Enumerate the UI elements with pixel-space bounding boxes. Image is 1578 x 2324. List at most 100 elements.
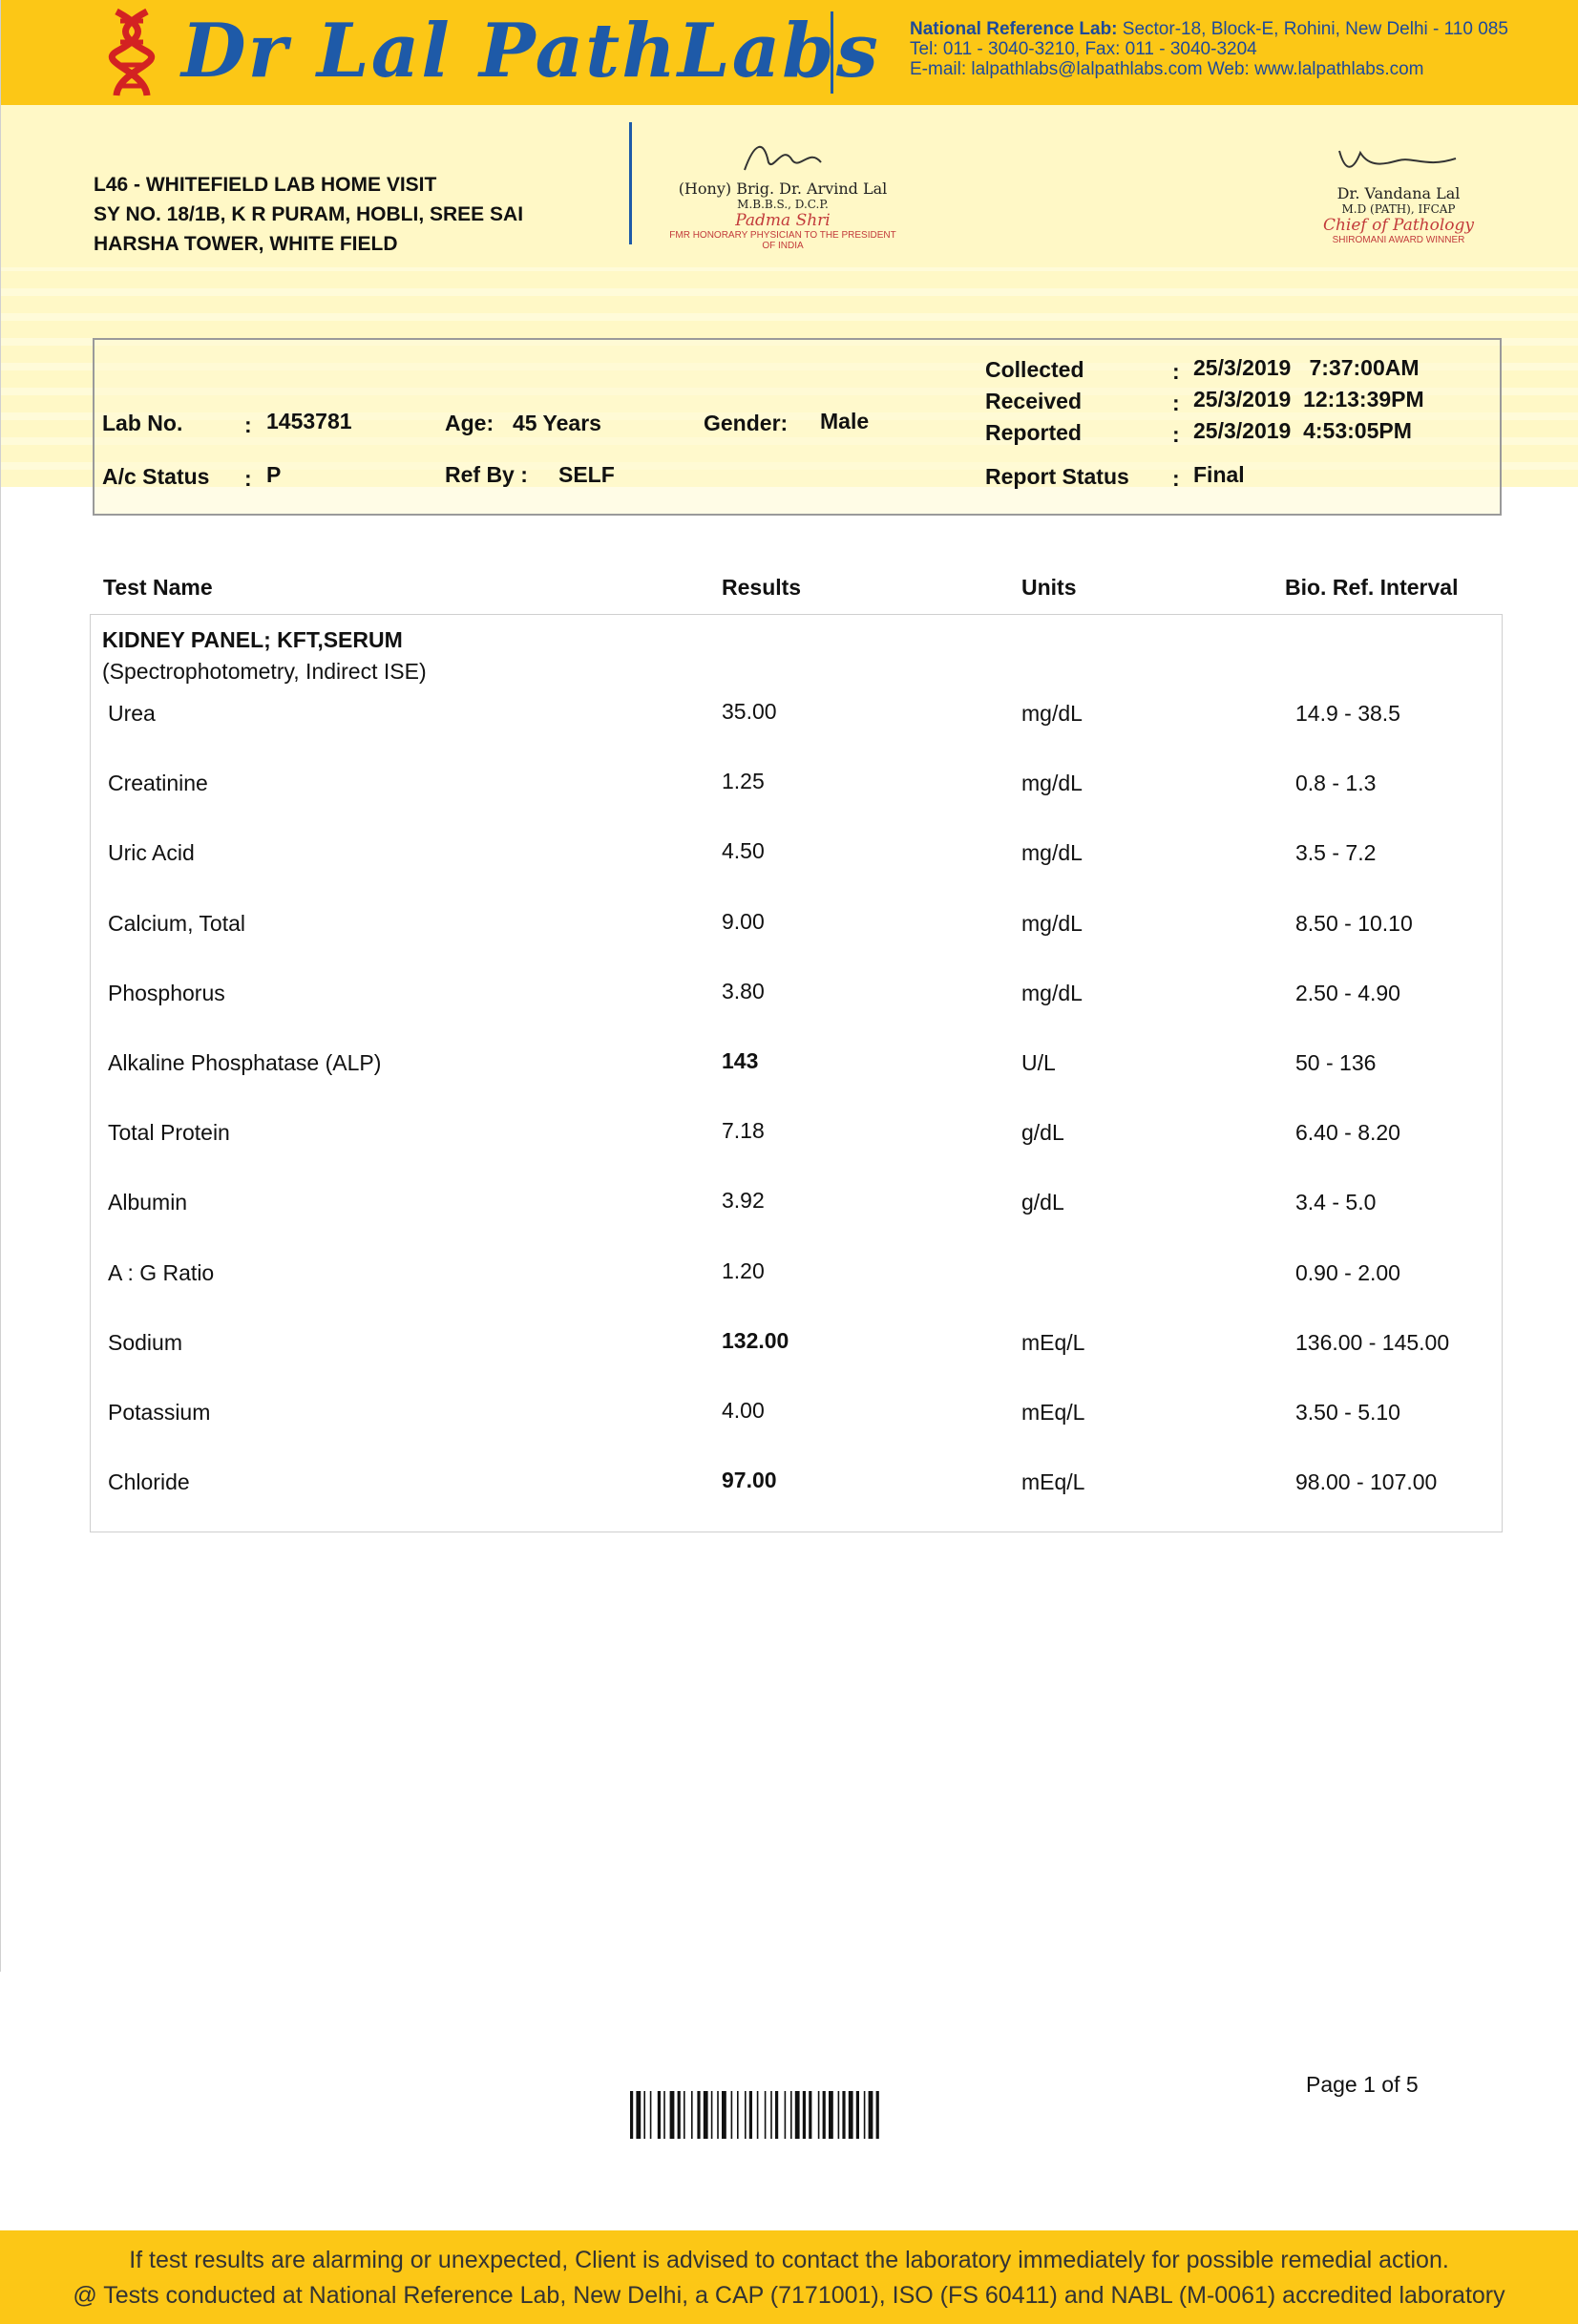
signatory-name: (Hony) Brig. Dr. Arvind Lal (678, 180, 888, 198)
lab-address-line: L46 - WHITEFIELD LAB HOME VISIT (94, 174, 437, 196)
row-test-name: Alkaline Phosphatase (ALP) (108, 1050, 382, 1075)
row-units: mEq/L (1021, 1330, 1085, 1355)
row-test-name: Urea (108, 701, 156, 726)
row-result: 3.80 (722, 979, 765, 1004)
row-units: mg/dL (1021, 771, 1083, 795)
received-label: Received (985, 389, 1083, 413)
colon: : (1172, 391, 1180, 415)
barcode-bar (710, 2091, 713, 2139)
barcode-bar (775, 2091, 779, 2139)
signature-scribble-icon (744, 145, 822, 171)
column-header-results: Results (722, 575, 802, 600)
colon: : (1172, 359, 1180, 384)
barcode-bar (868, 2091, 873, 2139)
row-test-name: A : G Ratio (108, 1260, 215, 1285)
barcode-bar (697, 2091, 701, 2139)
row-ref-interval: 0.8 - 1.3 (1295, 771, 1377, 795)
footer-notice: If test results are alarming or unexpect… (129, 2247, 1449, 2273)
ref-lab-label: National Reference Lab: (910, 19, 1118, 39)
signature-scribble-icon (1338, 150, 1457, 168)
row-result: 132.00 (722, 1328, 789, 1353)
barcode-bar (794, 2091, 800, 2139)
barcode-bar (663, 2091, 665, 2139)
barcode-bar (822, 2091, 826, 2139)
gender-label: Gender: (704, 411, 789, 435)
panel-title: KIDNEY PANEL; KFT,SERUM (102, 627, 403, 652)
barcode-bar (748, 2091, 752, 2139)
signatory-degree: M.B.B.S., D.C.P. (737, 198, 829, 211)
reference-lab-info: National Reference Lab: Sector-18, Block… (910, 19, 1508, 79)
ac-status-label: A/c Status (102, 464, 210, 489)
reported-value: 25/3/2019 4:53:05PM (1193, 418, 1412, 443)
lab-address-line: SY NO. 18/1B, K R PURAM, HOBLI, SREE SAI (94, 203, 524, 225)
lab-no-label: Lab No. (102, 411, 183, 435)
row-units: mg/dL (1021, 911, 1083, 936)
lab-address: L46 - WHITEFIELD LAB HOME VISIT SY NO. 1… (94, 170, 523, 259)
column-header-test-name: Test Name (103, 575, 213, 600)
report-status-value: Final (1193, 462, 1245, 487)
row-ref-interval: 14.9 - 38.5 (1295, 701, 1400, 726)
footer-accreditation: @ Tests conducted at National Reference … (73, 2282, 1505, 2309)
row-test-name: Creatinine (108, 771, 208, 795)
panel-method: (Spectrophotometry, Indirect ISE) (102, 659, 427, 684)
barcode-bar (657, 2091, 661, 2139)
ref-lab-address: Sector-18, Block-E, Rohini, New Delhi - … (1122, 19, 1508, 39)
barcode-bar (848, 2091, 853, 2139)
row-test-name: Chloride (108, 1469, 190, 1494)
column-header-ref-interval: Bio. Ref. Interval (1285, 575, 1459, 600)
barcode-bar (764, 2091, 767, 2139)
barcode-bar (837, 2091, 840, 2139)
column-header-units: Units (1021, 575, 1077, 600)
received-value: 25/3/2019 12:13:39PM (1193, 387, 1424, 412)
sub-header-divider (629, 122, 632, 244)
row-result: 1.25 (722, 769, 765, 793)
collected-value: 25/3/2019 7:37:00AM (1193, 355, 1420, 380)
row-units: g/dL (1021, 1190, 1064, 1215)
row-result: 3.92 (722, 1188, 765, 1213)
page-edge-line (0, 0, 1, 1972)
row-units: U/L (1021, 1050, 1056, 1075)
row-result: 97.00 (722, 1468, 777, 1492)
age-value: 45 Years (513, 411, 601, 435)
barcode-bar (745, 2091, 747, 2139)
barcode-bar (643, 2091, 645, 2139)
row-result: 7.18 (722, 1118, 765, 1143)
row-test-name: Phosphorus (108, 981, 225, 1005)
barcode-bar (684, 2091, 685, 2139)
tel-line: Tel: 011 - 3040-3210, Fax: 011 - 3040-32… (910, 39, 1257, 59)
brand-logo-text: Dr Lal PathLabs (181, 8, 880, 95)
barcode-bar (691, 2091, 693, 2139)
barcode-bar (842, 2091, 846, 2139)
row-units: mg/dL (1021, 840, 1083, 865)
row-test-name: Potassium (108, 1400, 211, 1425)
footer-bar (0, 2230, 1578, 2324)
barcode-bar (863, 2091, 866, 2139)
signatory-degree: M.D (PATH), IFCAP (1341, 202, 1456, 216)
barcode-bar (829, 2091, 833, 2139)
row-result: 4.50 (722, 838, 765, 863)
row-units: g/dL (1021, 1120, 1064, 1145)
row-result: 4.00 (722, 1398, 765, 1423)
lab-no-value: 1453781 (266, 409, 352, 433)
row-result: 9.00 (722, 909, 765, 934)
row-ref-interval: 8.50 - 10.10 (1295, 911, 1413, 936)
signatory-vandana-lal: Dr. Vandana Lal M.D (PATH), IFCAP Chief … (1298, 138, 1499, 245)
dna-helix-logo-icon (108, 8, 156, 96)
barcode-bar (630, 2091, 634, 2139)
row-ref-interval: 6.40 - 8.20 (1295, 1120, 1400, 1145)
collected-label: Collected (985, 357, 1084, 382)
reported-label: Reported (985, 420, 1082, 445)
age-label: Age: (445, 411, 494, 435)
colon: : (244, 466, 252, 491)
row-ref-interval: 3.50 - 5.10 (1295, 1400, 1400, 1425)
barcode-bar (817, 2091, 820, 2139)
row-ref-interval: 50 - 136 (1295, 1050, 1377, 1075)
signatory-note: FMR HONORARY PHYSICIAN TO THE PRESIDENT … (669, 230, 896, 251)
row-test-name: Uric Acid (108, 840, 195, 865)
barcode-bar (784, 2091, 787, 2139)
barcode-bar (875, 2091, 879, 2139)
ref-lab-address-line: National Reference Lab: Sector-18, Block… (910, 19, 1508, 39)
signatory-note: SHIROMANI AWARD WINNER (1332, 235, 1465, 245)
barcode-bar (677, 2091, 681, 2139)
signatory-name: Dr. Vandana Lal (1336, 184, 1461, 202)
